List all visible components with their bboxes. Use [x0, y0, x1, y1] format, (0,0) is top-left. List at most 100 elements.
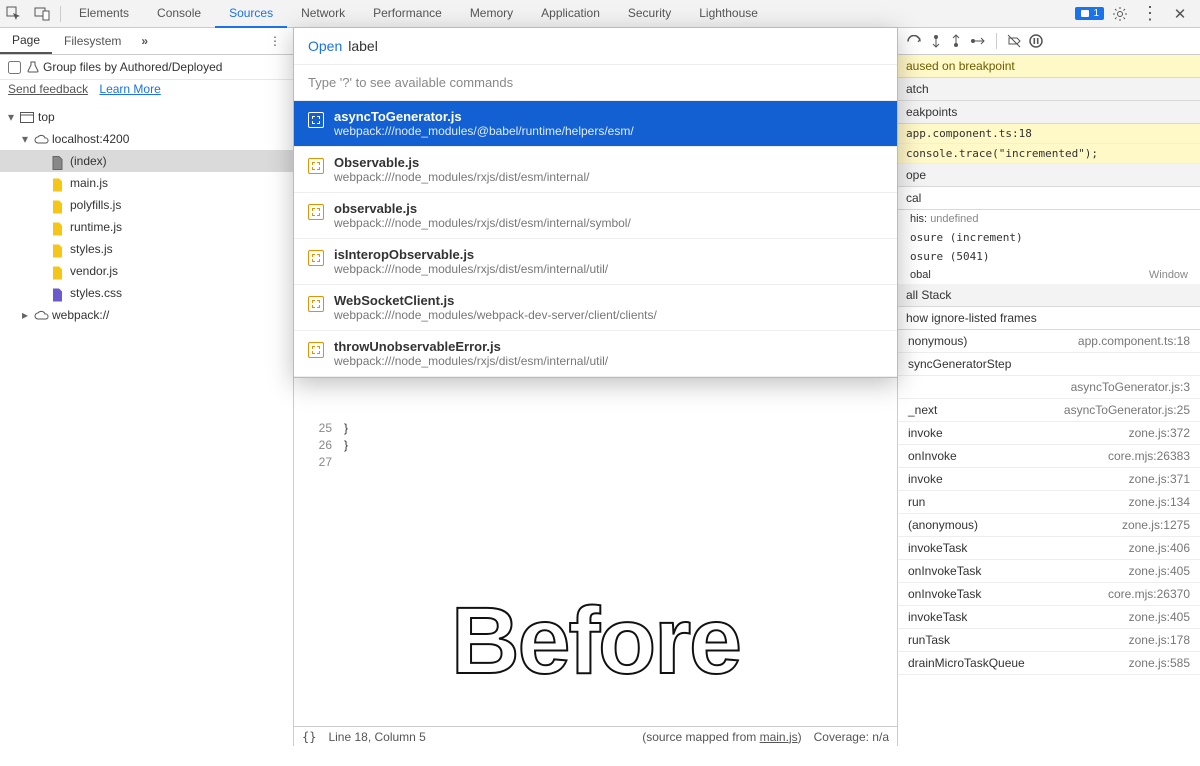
- separator: [60, 6, 61, 22]
- callstack-section[interactable]: all Stack: [898, 284, 1200, 307]
- watermark-text: Before: [451, 587, 740, 696]
- tab-page[interactable]: Page: [0, 28, 52, 54]
- tree-item[interactable]: ▸webpack://: [0, 304, 293, 326]
- stack-fn: syncGeneratorStep: [908, 357, 1011, 371]
- stack-frame[interactable]: onInvokecore.mjs:26383: [898, 445, 1200, 468]
- pretty-print-icon[interactable]: {}: [302, 730, 316, 744]
- tab-overflow-icon[interactable]: »: [133, 29, 156, 53]
- cmd-result-item[interactable]: isInteropObservable.jswebpack:///node_mo…: [294, 239, 897, 285]
- tree-item[interactable]: ▾localhost:4200: [0, 128, 293, 150]
- navigator-more-icon[interactable]: ⋮: [257, 29, 293, 53]
- line-gutter: 25 26 27: [294, 420, 340, 471]
- group-files-label: Group files by Authored/Deployed: [43, 60, 222, 74]
- settings-icon[interactable]: [1106, 6, 1134, 22]
- tree-item[interactable]: polyfills.js: [0, 194, 293, 216]
- stack-frame[interactable]: runzone.js:134: [898, 491, 1200, 514]
- tab-sources[interactable]: Sources: [215, 0, 287, 28]
- tab-security[interactable]: Security: [614, 0, 685, 28]
- device-toggle-icon[interactable]: [28, 6, 56, 22]
- resume-icon[interactable]: [906, 35, 922, 48]
- tab-performance[interactable]: Performance: [359, 0, 456, 28]
- watch-section[interactable]: atch: [898, 78, 1200, 101]
- learn-more-link[interactable]: Learn More: [99, 82, 160, 96]
- step-into-icon[interactable]: [950, 34, 962, 48]
- stack-frame[interactable]: invokeTaskzone.js:405: [898, 606, 1200, 629]
- tab-application[interactable]: Application: [527, 0, 614, 28]
- stack-frame[interactable]: asyncToGenerator.js:3: [898, 376, 1200, 399]
- stack-fn: invokeTask: [908, 541, 967, 555]
- stack-loc: zone.js:178: [1129, 633, 1190, 647]
- stack-fn: runTask: [908, 633, 950, 647]
- tree-item-label: top: [38, 110, 55, 124]
- tab-elements[interactable]: Elements: [65, 0, 143, 28]
- breakpoint-location[interactable]: app.component.ts:18: [898, 124, 1200, 144]
- cmd-result-item[interactable]: asyncToGenerator.jswebpack:///node_modul…: [294, 101, 897, 147]
- stack-frame[interactable]: invokeTaskzone.js:406: [898, 537, 1200, 560]
- tree-item[interactable]: main.js: [0, 172, 293, 194]
- stack-frame[interactable]: runTask zone.js:178: [898, 629, 1200, 652]
- file-icon: [308, 204, 324, 220]
- step-out-icon[interactable]: [970, 35, 986, 47]
- stack-frame[interactable]: nonymous)app.component.ts:18: [898, 330, 1200, 353]
- cmd-item-title: throwUnobservableError.js: [334, 339, 608, 354]
- scope-section[interactable]: ope: [898, 164, 1200, 187]
- js-icon: [52, 222, 66, 232]
- scope-this: his: undefined: [898, 210, 1200, 228]
- stack-frame[interactable]: invokezone.js:372: [898, 422, 1200, 445]
- tab-memory[interactable]: Memory: [456, 0, 527, 28]
- cmd-result-item[interactable]: WebSocketClient.jswebpack:///node_module…: [294, 285, 897, 331]
- group-files-checkbox[interactable]: [8, 61, 21, 74]
- cmd-input[interactable]: [348, 38, 883, 54]
- tree-item[interactable]: runtime.js: [0, 216, 293, 238]
- stack-frame[interactable]: onInvokeTaskcore.mjs:26370: [898, 583, 1200, 606]
- send-feedback-link[interactable]: Send feedback: [8, 82, 88, 96]
- cmd-result-item[interactable]: observable.jswebpack:///node_modules/rxj…: [294, 193, 897, 239]
- stack-frame[interactable]: invokezone.js:371: [898, 468, 1200, 491]
- tree-item[interactable]: styles.js: [0, 238, 293, 260]
- file-icon: [308, 158, 324, 174]
- stack-frame[interactable]: drainMicroTaskQueuezone.js:585: [898, 652, 1200, 675]
- tree-item[interactable]: vendor.js: [0, 260, 293, 282]
- tree-item[interactable]: styles.css: [0, 282, 293, 304]
- tree-item[interactable]: ▾top: [0, 106, 293, 128]
- tab-filesystem[interactable]: Filesystem: [52, 29, 133, 53]
- tree-item-label: (index): [70, 154, 107, 168]
- ignore-listed-toggle[interactable]: how ignore-listed frames: [898, 307, 1200, 330]
- stack-frame[interactable]: onInvokeTaskzone.js:405: [898, 560, 1200, 583]
- issues-badge[interactable]: 1: [1075, 7, 1104, 20]
- devtools-top-tabs: ElementsConsoleSourcesNetworkPerformance…: [0, 0, 1200, 28]
- badge-count: 1: [1093, 8, 1099, 19]
- stack-fn: invokeTask: [908, 610, 967, 624]
- js-icon: [52, 200, 66, 210]
- cloud-icon: [34, 310, 48, 320]
- stack-frame[interactable]: syncGeneratorStep: [898, 353, 1200, 376]
- close-icon[interactable]: ✕: [1166, 5, 1194, 23]
- scope-closure-2[interactable]: osure (5041): [898, 247, 1200, 266]
- tree-item-label: styles.js: [70, 242, 113, 256]
- scope-closure-1[interactable]: osure (increment): [898, 228, 1200, 247]
- mapped-file-link[interactable]: main.js: [760, 730, 798, 744]
- scope-local[interactable]: cal: [898, 187, 1200, 210]
- tab-lighthouse[interactable]: Lighthouse: [685, 0, 772, 28]
- tree-item-label: polyfills.js: [70, 198, 121, 212]
- tree-item[interactable]: (index): [0, 150, 293, 172]
- stack-loc: zone.js:371: [1129, 472, 1190, 486]
- stack-fn: onInvokeTask: [908, 587, 981, 601]
- more-icon[interactable]: ⋮: [1136, 3, 1164, 24]
- step-over-icon[interactable]: [930, 34, 942, 48]
- stack-loc: app.component.ts:18: [1078, 334, 1190, 348]
- tab-console[interactable]: Console: [143, 0, 215, 28]
- stack-frame[interactable]: _nextasyncToGenerator.js:25: [898, 399, 1200, 422]
- breakpoints-section[interactable]: eakpoints: [898, 101, 1200, 124]
- pause-exceptions-icon[interactable]: [1029, 34, 1043, 48]
- inspect-icon[interactable]: [0, 6, 28, 22]
- navigator-pane: Page Filesystem » ⋮ Group files by Autho…: [0, 28, 294, 746]
- cmd-result-item[interactable]: Observable.jswebpack:///node_modules/rxj…: [294, 147, 897, 193]
- debugger-pane: aused on breakpoint atch eakpoints app.c…: [897, 28, 1200, 746]
- code-content[interactable]: } }: [344, 420, 348, 454]
- cmd-result-item[interactable]: throwUnobservableError.jswebpack:///node…: [294, 331, 897, 377]
- stack-frame[interactable]: (anonymous)zone.js:1275: [898, 514, 1200, 537]
- deactivate-bp-icon[interactable]: [1007, 34, 1021, 48]
- tab-network[interactable]: Network: [287, 0, 359, 28]
- scope-global[interactable]: obalWindow: [898, 266, 1200, 284]
